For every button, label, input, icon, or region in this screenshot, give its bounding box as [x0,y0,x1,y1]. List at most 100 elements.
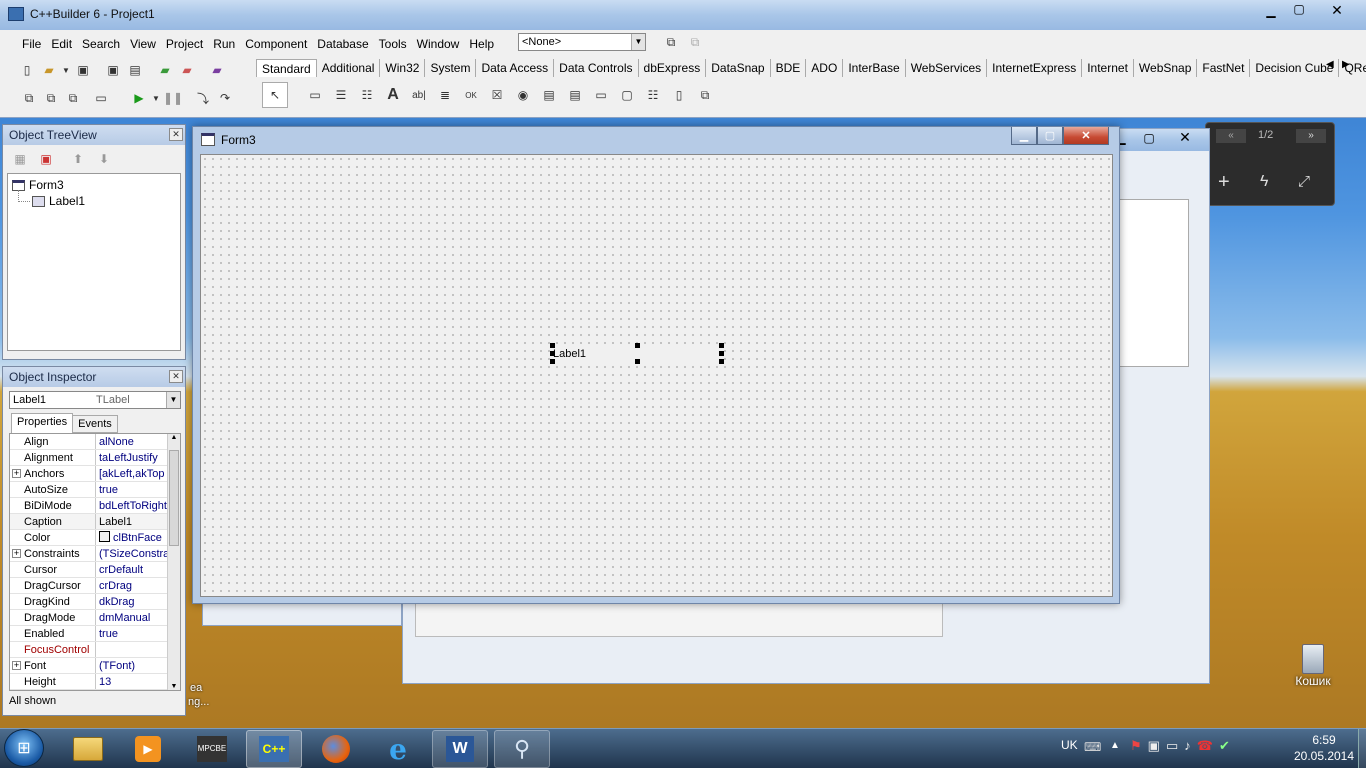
listbox-icon[interactable]: ▤ [536,82,562,108]
radiogroup-icon[interactable]: ☷ [640,82,666,108]
form-maximize-button[interactable]: ▢ [1037,127,1063,145]
arrow-up-icon[interactable]: ⬆ [67,148,89,170]
new-form-icon[interactable]: ▭ [90,87,112,109]
property-value[interactable]: crDefault [96,562,170,577]
menu-edit[interactable]: Edit [51,37,72,51]
bg-window-close-button[interactable]: ✕ [1173,129,1197,147]
mainmenu-icon[interactable]: ☰ [328,82,354,108]
resize-handle[interactable] [550,359,555,364]
button-icon[interactable]: OK [458,82,484,108]
palette-tab[interactable]: Data Access [476,59,555,77]
property-value[interactable] [96,642,170,657]
property-row[interactable]: + Font (TFont) [10,658,170,674]
resize-handle[interactable] [719,343,724,348]
property-row[interactable]: AutoSize true [10,482,170,498]
save-icon[interactable]: ▣ [72,59,94,81]
menu-tools[interactable]: Tools [379,37,407,51]
config-dropdown[interactable]: <None> ▼ [518,33,646,51]
tab-properties[interactable]: Properties [11,413,74,433]
trace-into-icon[interactable]: ⤵ [192,87,214,109]
keyboard-icon[interactable]: ⌨ [1084,740,1101,754]
property-value[interactable]: clBtnFace [96,530,170,545]
phone-icon[interactable]: ☎ [1197,738,1213,754]
show-hidden-icons[interactable]: ▲ [1110,740,1120,751]
property-row[interactable]: Enabled true [10,626,170,642]
menu-view[interactable]: View [130,37,156,51]
palette-tab[interactable]: ADO [806,59,844,77]
menu-run[interactable]: Run [213,37,235,51]
palette-tab[interactable]: InterBase [843,59,906,77]
taskbar-media-player[interactable]: ▶ [120,730,176,768]
taskbar-mpcbe[interactable]: MPCBE [184,730,240,768]
menu-help[interactable]: Help [469,37,494,51]
toggle-form-unit-icon[interactable]: ⧉ [62,87,84,109]
property-value[interactable]: (TSizeConstra [96,546,170,561]
start-button[interactable]: ⊞ [4,729,44,767]
gadget-expand-icon[interactable]: ⤢ [1298,173,1310,190]
tab-scroll-left-icon[interactable]: ◀ [1326,59,1334,70]
close-button[interactable]: ✕ [1320,2,1354,18]
palette-tab[interactable]: Additional [317,59,381,77]
resize-handle[interactable] [719,359,724,364]
tree-item-label1[interactable]: Label1 [32,194,85,208]
delete-item-icon[interactable]: ▣ [35,148,57,170]
gadget-next-button[interactable]: » [1296,129,1326,143]
property-value[interactable]: (TFont) [96,658,170,673]
chevron-down-icon[interactable]: ▼ [150,87,162,109]
window-list-icon[interactable]: ⧉ [660,31,682,53]
property-row[interactable]: + Constraints (TSizeConstra [10,546,170,562]
property-row[interactable]: Height 13 [10,674,170,690]
bg-window-maximize-button[interactable]: ▢ [1137,131,1161,147]
palette-tab[interactable]: Internet [1082,59,1134,77]
checkbox-icon[interactable]: ☒ [484,82,510,108]
property-value[interactable]: bdLeftToRight [96,498,170,513]
memo-icon[interactable]: ≣ [432,82,458,108]
inspector-object-selector[interactable]: Label1 TLabel ▼ [9,391,181,409]
close-icon[interactable]: ✕ [169,128,183,141]
palette-tab[interactable]: Standard [256,59,317,77]
popupmenu-icon[interactable]: ☷ [354,82,380,108]
tab-events[interactable]: Events [73,415,118,433]
taskbar-ie[interactable]: e [370,730,426,768]
property-value[interactable]: dkDrag [96,594,170,609]
radiobutton-icon[interactable]: ◉ [510,82,536,108]
resize-handle[interactable] [550,343,555,348]
gadget-prev-button[interactable]: « [1216,129,1246,143]
volume-icon[interactable]: ♪ [1184,738,1191,754]
menu-search[interactable]: Search [82,37,120,51]
minimize-button[interactable]: ▁ [1258,4,1284,20]
clock[interactable]: 6:59 20.05.2014 [1288,732,1360,764]
view-form-icon[interactable]: ⧉ [40,87,62,109]
add-to-project-icon[interactable]: ▰ [154,59,176,81]
close-icon[interactable]: ✕ [169,370,183,383]
palette-tab[interactable]: BDE [771,59,807,77]
taskbar-explorer[interactable] [60,730,116,768]
property-row[interactable]: Alignment taLeftJustify [10,450,170,466]
property-row[interactable]: FocusControl [10,642,170,658]
gadget-add-icon[interactable]: + [1218,171,1230,194]
panel-icon[interactable]: ▯ [666,82,692,108]
property-value[interactable]: true [96,626,170,641]
property-value[interactable]: 13 [96,674,170,689]
resize-handle[interactable] [635,359,640,364]
menu-window[interactable]: Window [417,37,460,51]
palette-tab[interactable]: dbExpress [639,59,707,77]
palette-tab[interactable]: WebServices [906,59,988,77]
frame-icon[interactable]: ▭ [302,82,328,108]
expand-icon[interactable]: + [12,661,21,670]
network-icon[interactable]: ▣ [1148,738,1160,754]
edit-icon[interactable]: ab| [406,82,432,108]
palette-tab[interactable]: Win32 [380,59,426,77]
property-row[interactable]: Cursor crDefault [10,562,170,578]
palette-tab[interactable]: Data Controls [554,59,639,77]
sync-icon[interactable]: ✔ [1219,738,1230,754]
help-book-icon[interactable]: ▰ [206,59,228,81]
property-row[interactable]: + Anchors [akLeft,akTop [10,466,170,482]
property-value[interactable]: taLeftJustify [96,450,170,465]
menu-project[interactable]: Project [166,37,203,51]
expand-icon[interactable]: + [12,549,21,558]
pause-icon[interactable]: ❚❚ [162,87,184,109]
property-row[interactable]: DragMode dmManual [10,610,170,626]
open-project-icon[interactable]: ▤ [124,59,146,81]
maximize-button[interactable]: ▢ [1286,2,1312,18]
